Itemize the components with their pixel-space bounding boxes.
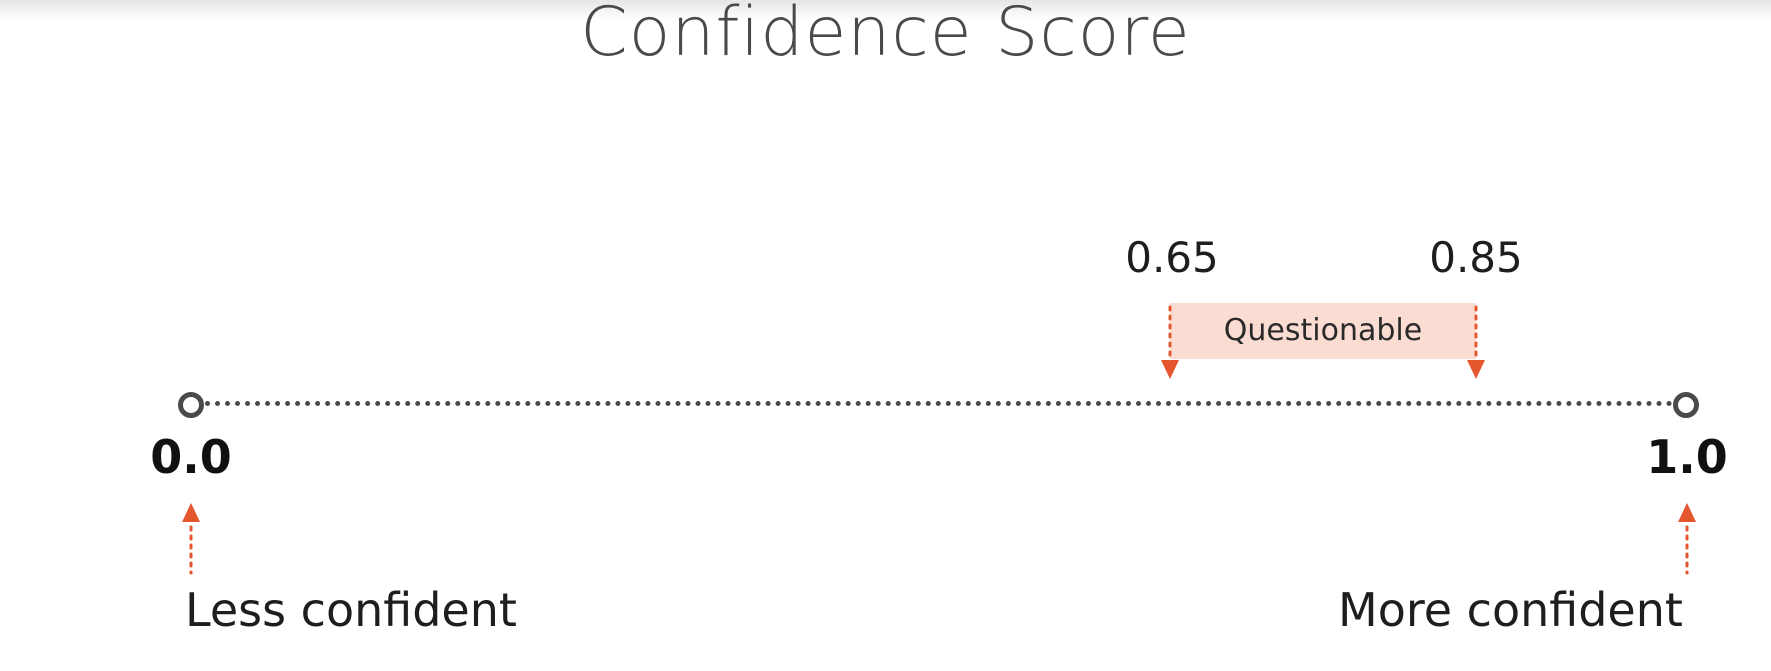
less-confident-arrow-icon — [182, 503, 200, 575]
score-axis-line — [205, 401, 1673, 406]
threshold-high-arrow-icon — [1467, 305, 1485, 379]
threshold-high-label: 0.85 — [1429, 233, 1523, 282]
axis-max-value: 1.0 — [1646, 430, 1728, 484]
axis-end-circle-icon — [1673, 392, 1699, 418]
questionable-band-label: Questionable — [1223, 313, 1423, 348]
more-confident-arrow-icon — [1678, 503, 1696, 575]
threshold-low-label: 0.65 — [1125, 233, 1219, 282]
axis-start-circle-icon — [178, 392, 204, 418]
more-confident-caption: More confident — [1338, 583, 1683, 637]
threshold-low-arrow-icon — [1161, 305, 1179, 379]
axis-min-value: 0.0 — [150, 430, 232, 484]
less-confident-caption: Less confident — [185, 583, 517, 637]
diagram-title: Confidence Score — [580, 0, 1191, 72]
